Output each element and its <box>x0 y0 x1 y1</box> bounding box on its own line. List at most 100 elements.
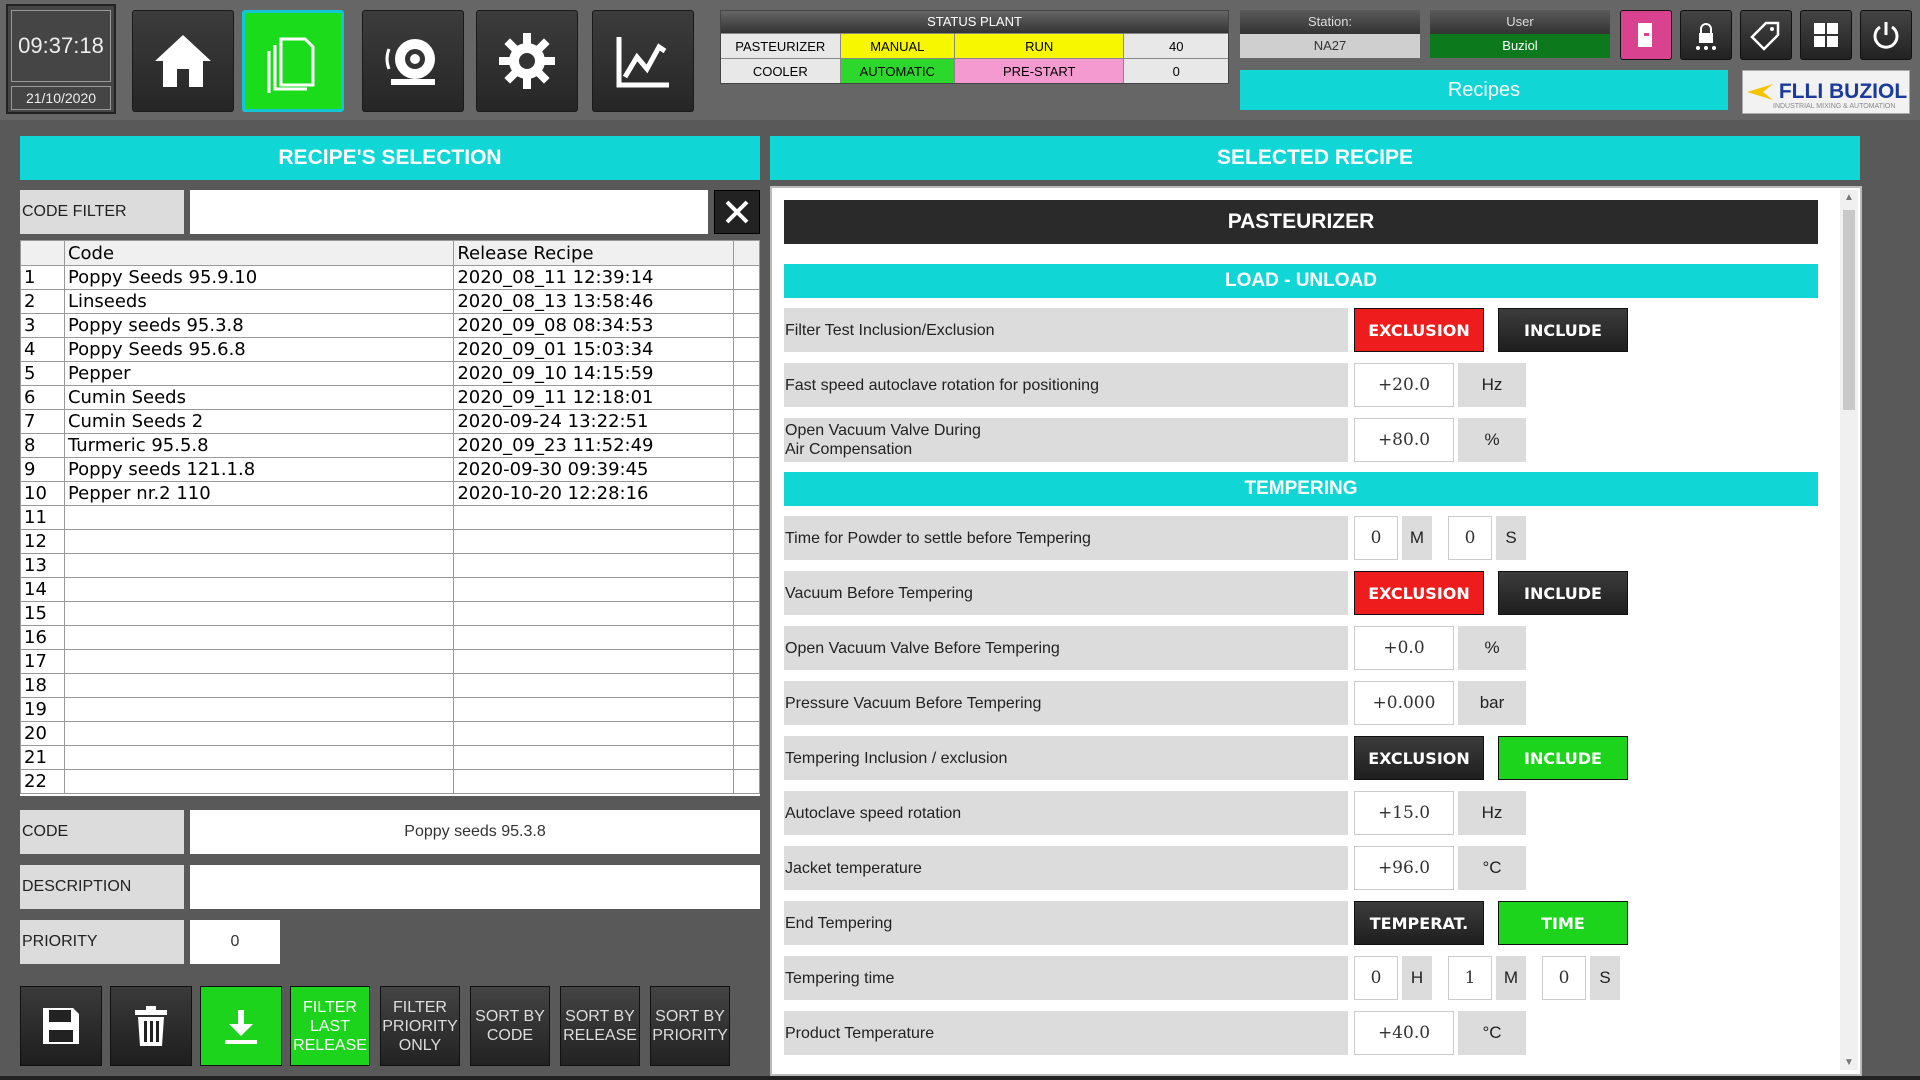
table-row[interactable]: 1 Poppy Seeds 95.9.10 2020_08_11 12:39:14 <box>20 265 760 290</box>
table-row[interactable]: 7 Cumin Seeds 2 2020-09-24 13:22:51 <box>20 409 760 434</box>
table-row[interactable]: 6 Cumin Seeds 2020_09_11 12:18:01 <box>20 385 760 410</box>
settings-nav-button[interactable] <box>476 10 578 112</box>
tempering-time-seconds[interactable]: 0 <box>1542 956 1586 1000</box>
table-row[interactable]: 12 <box>20 529 760 554</box>
open-vacuum-before-value[interactable]: +0.0 <box>1354 626 1454 670</box>
filter-test-exclusion-toggle[interactable]: EXCLUSION <box>1354 308 1484 352</box>
code-filter-input[interactable] <box>190 190 708 234</box>
power-button[interactable] <box>1860 10 1912 60</box>
fast-speed-value[interactable]: +20.0 <box>1354 363 1454 407</box>
open-vacuum-air-value[interactable]: +80.0 <box>1354 418 1454 462</box>
tempering-time-hours[interactable]: 0 <box>1354 956 1398 1000</box>
row-release <box>453 625 735 650</box>
status-name: PASTEURIZER <box>721 34 841 58</box>
table-row[interactable]: 3 Poppy seeds 95.3.8 2020_09_08 08:34:53 <box>20 313 760 338</box>
row-index: 10 <box>20 481 65 506</box>
vacuum-before-include-toggle[interactable]: INCLUDE <box>1498 571 1628 615</box>
column-header-release[interactable]: Release Recipe <box>453 240 735 266</box>
product-temperature-value[interactable]: +40.0 <box>1354 1011 1454 1055</box>
autoclave-speed-value[interactable]: +15.0 <box>1354 791 1454 835</box>
description-field[interactable] <box>190 865 760 909</box>
open-vacuum-before-label: Open Vacuum Valve Before Tempering <box>784 626 1348 670</box>
scroll-down-arrow-icon[interactable]: ▼ <box>1844 1057 1854 1068</box>
vacuum-before-exclusion-toggle[interactable]: EXCLUSION <box>1354 571 1484 615</box>
lock-button[interactable] <box>1680 10 1732 60</box>
row-spacer <box>733 481 760 506</box>
column-header-index[interactable] <box>20 240 65 266</box>
scroll-thumb[interactable] <box>1843 210 1855 410</box>
row-code <box>63 745 455 770</box>
status-mode: MANUAL <box>840 34 956 58</box>
logout-button[interactable] <box>1620 10 1672 60</box>
powder-settle-seconds[interactable]: 0 <box>1448 516 1492 560</box>
row-code: Poppy Seeds 95.6.8 <box>63 337 455 362</box>
scroll-up-arrow-icon[interactable]: ▲ <box>1844 192 1854 203</box>
row-release <box>453 529 735 554</box>
tag-button[interactable] <box>1740 10 1792 60</box>
status-name: COOLER <box>721 59 841 83</box>
table-row[interactable]: 16 <box>20 625 760 650</box>
recipe-selection-title: RECIPE'S SELECTION <box>20 136 760 180</box>
table-row[interactable]: 19 <box>20 697 760 722</box>
sort-by-release-button[interactable]: SORT BY RELEASE <box>560 986 640 1066</box>
alarms-nav-button[interactable] <box>362 10 464 112</box>
tempering-exclusion-toggle[interactable]: EXCLUSION <box>1354 736 1484 780</box>
home-button[interactable] <box>132 10 234 112</box>
code-field[interactable]: Poppy seeds 95.3.8 <box>190 810 760 854</box>
table-row[interactable]: 20 <box>20 721 760 746</box>
table-row[interactable]: 18 <box>20 673 760 698</box>
table-row[interactable]: 4 Poppy Seeds 95.6.8 2020_09_01 15:03:34 <box>20 337 760 362</box>
filter-priority-only-button[interactable]: FILTER PRIORITY ONLY <box>380 986 460 1066</box>
parameters-scrollbar[interactable]: ▲ ▼ <box>1840 190 1858 1070</box>
open-vacuum-air-label-line1: Open Vacuum Valve During <box>785 422 981 439</box>
tempering-time-minutes[interactable]: 1 <box>1448 956 1492 1000</box>
load-recipe-button[interactable] <box>200 986 282 1066</box>
table-row[interactable]: 11 <box>20 505 760 530</box>
table-row[interactable]: 10 Pepper nr.2 110 2020-10-20 12:28:16 <box>20 481 760 506</box>
filter-test-include-toggle[interactable]: INCLUDE <box>1498 308 1628 352</box>
powder-settle-minutes[interactable]: 0 <box>1354 516 1398 560</box>
end-tempering-temperature-toggle[interactable]: TEMPERAT. <box>1354 901 1484 945</box>
sort-by-priority-button[interactable]: SORT BY PRIORITY <box>650 986 730 1066</box>
row-index: 21 <box>20 745 65 770</box>
user-box: User Buziol <box>1430 10 1610 58</box>
sort-by-code-button[interactable]: SORT BY CODE <box>470 986 550 1066</box>
clear-filter-button[interactable] <box>714 190 760 234</box>
station-value: NA27 <box>1240 34 1420 58</box>
row-spacer <box>733 385 760 410</box>
jacket-temperature-value[interactable]: +96.0 <box>1354 846 1454 890</box>
delete-button[interactable] <box>110 986 192 1066</box>
table-row[interactable]: 22 <box>20 769 760 794</box>
table-row[interactable]: 14 <box>20 577 760 602</box>
table-row[interactable]: 13 <box>20 553 760 578</box>
table-row[interactable]: 5 Pepper 2020_09_10 14:15:59 <box>20 361 760 386</box>
company-logo: FLLI BUZIOL INDUSTRIAL MIXING & AUTOMATI… <box>1742 70 1910 114</box>
table-row[interactable]: 9 Poppy seeds 121.1.8 2020-09-30 09:39:45 <box>20 457 760 482</box>
row-spacer <box>733 505 760 530</box>
filter-last-release-button[interactable]: FILTER LAST RELEASE <box>290 986 370 1066</box>
table-row[interactable]: 2 Linseeds 2020_08_13 13:58:46 <box>20 289 760 314</box>
column-header-code[interactable]: Code <box>63 240 455 266</box>
table-row[interactable]: 15 <box>20 601 760 626</box>
row-spacer <box>733 649 760 674</box>
chart-line-icon <box>616 37 669 88</box>
trends-nav-button[interactable] <box>592 10 694 112</box>
powder-settle-seconds-unit: S <box>1496 516 1526 560</box>
table-row[interactable]: 17 <box>20 649 760 674</box>
row-spacer <box>733 361 760 386</box>
clock-panel: 09:37:18 21/10/2020 <box>6 4 116 114</box>
table-row[interactable]: 21 <box>20 745 760 770</box>
tempering-include-toggle[interactable]: INCLUDE <box>1498 736 1628 780</box>
table-row[interactable]: 8 Turmeric 95.5.8 2020_09_23 11:52:49 <box>20 433 760 458</box>
row-spacer <box>733 337 760 362</box>
row-index: 13 <box>20 553 65 578</box>
save-button[interactable] <box>20 986 102 1066</box>
end-tempering-time-toggle[interactable]: TIME <box>1498 901 1628 945</box>
pressure-vacuum-value[interactable]: +0.000 <box>1354 681 1454 725</box>
windows-button[interactable] <box>1800 10 1852 60</box>
row-index: 9 <box>20 457 65 482</box>
exit-door-icon <box>1638 23 1652 47</box>
row-spacer <box>733 745 760 770</box>
priority-field[interactable]: 0 <box>190 920 280 964</box>
recipes-nav-button[interactable] <box>242 10 344 112</box>
